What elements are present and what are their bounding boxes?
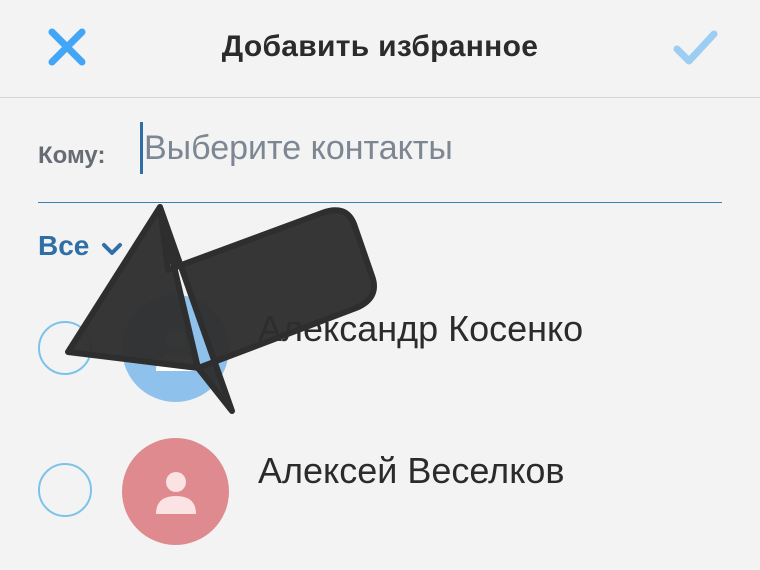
filter-dropdown[interactable]: Все <box>38 230 123 262</box>
text-caret <box>140 122 143 174</box>
person-icon <box>155 471 196 514</box>
recipient-label: Кому: <box>38 142 106 169</box>
contact-name: Алексей Веселков <box>258 450 565 491</box>
confirm-button[interactable] <box>670 24 720 70</box>
contact-select-radio[interactable] <box>38 321 92 375</box>
chevron-down-icon <box>102 243 123 255</box>
filter-label: Все <box>38 230 90 261</box>
person-icon <box>155 328 196 371</box>
contact-select-radio[interactable] <box>38 463 92 517</box>
contact-list-item[interactable]: Александр Косенко <box>0 288 760 408</box>
page-title: Добавить избранное <box>221 30 539 63</box>
avatar <box>122 438 229 545</box>
contact-list-item[interactable]: Алексей Веселков <box>0 430 760 550</box>
contact-name: Александр Косенко <box>258 308 584 349</box>
app-header: Добавить избранное <box>0 0 760 98</box>
recipient-row: Кому: <box>38 120 722 203</box>
avatar <box>122 295 229 402</box>
checkmark-icon <box>673 30 718 65</box>
recipient-input[interactable] <box>140 120 714 176</box>
